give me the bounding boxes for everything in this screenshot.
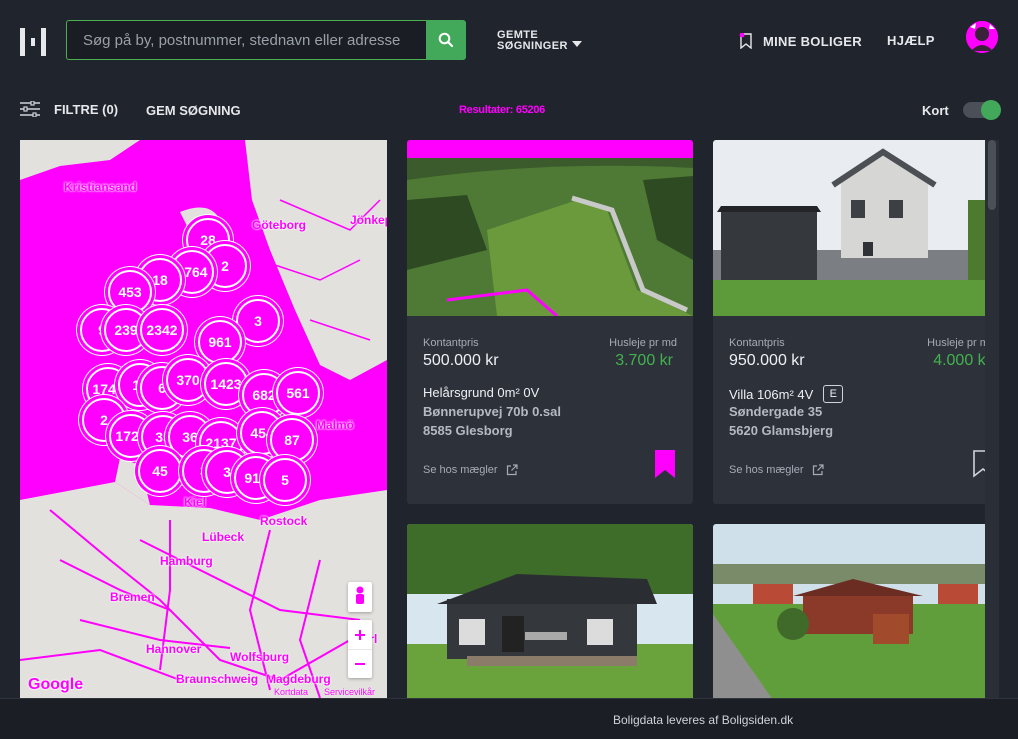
map-cluster-marker[interactable]: 961 [198,320,242,364]
map-toggle-label: Kort [922,103,949,118]
zoom-in-button[interactable] [348,620,372,649]
external-link-icon [812,464,824,476]
map-city-label: Lübeck [202,530,245,544]
price-label: Kontantpris [423,337,479,349]
zip-city: 5620 Glamsbjerg [729,423,834,438]
map-city-label: Kristiansand [64,180,137,194]
price-label: Kontantpris [729,337,785,349]
rent-value: 4.000 kr [933,352,991,369]
price-value: 500.000 kr [423,352,499,369]
listing-card[interactable] [407,524,693,700]
map-city-label: Magdeburg [266,672,331,686]
map-city-label: Hannover [146,642,202,656]
footer-text: Boligdata leveres af Boligsiden.dk [613,713,794,727]
map-city-label: Göteborg [252,218,306,232]
map-cluster-marker[interactable]: 45 [138,449,182,493]
listing-card[interactable]: Kontantpris 950.000 kr Husleje pr md 4.0… [713,140,999,504]
street-address: Søndergade 35 [729,404,823,419]
property-type-text: Helårsgrund 0m² 0V [423,385,540,400]
bookmark-icon[interactable] [655,450,675,478]
map-city-label: Braunschweig [176,672,259,686]
results-toolbar: FILTRE (0) GEM SØGNING Resultater: 65206… [0,82,1018,138]
user-avatar-icon [966,21,998,53]
street-view-button[interactable] [348,582,372,612]
property-type: Helårsgrund 0m² 0V [423,385,539,400]
zip-city: 8585 Glesborg [423,423,513,438]
terms-link[interactable]: Servicevilkår [324,687,375,697]
listing-photo [713,524,999,700]
filter-button[interactable]: FILTRE (0) [20,101,118,117]
search-input[interactable] [66,20,426,60]
footer: Boligdata leveres af Boligsiden.dk [0,698,1018,739]
chevron-down-icon [571,41,582,47]
map-cluster-marker[interactable]: 2342 [140,308,184,352]
avatar[interactable] [966,21,998,53]
property-type: Villa 106m² 4V E [729,385,844,403]
listings-scrollbar[interactable] [985,140,999,698]
top-bar: GEMTE SØGNINGER MINE BOLIGER HJÆLP [0,0,1018,82]
energy-label-badge: E [823,385,844,403]
broker-link-label: Se hos mægler [423,464,498,476]
rent-value: 3.700 kr [615,352,673,369]
minus-icon [355,663,365,665]
saved-searches-menu[interactable]: GEMTE SØGNINGER [497,30,582,52]
map-toggle-knob [981,100,1001,120]
bookmark-icon [739,33,752,49]
map-cluster-marker[interactable]: 5 [263,458,307,502]
sliders-icon [20,101,40,117]
broker-link[interactable]: Se hos mægler [729,464,824,476]
help-link[interactable]: HJÆLP [887,33,935,48]
map-city-label: Malmö [316,418,355,432]
map-city-label: Jönkep [350,213,387,227]
listing-card[interactable]: Kontantpris 500.000 kr Husleje pr md 3.7… [407,140,693,504]
saved-searches-label-2: SØGNINGER [497,40,568,52]
listing-photo [407,140,693,316]
save-search-button[interactable]: GEM SØGNING [146,103,241,118]
external-link-icon [506,464,518,476]
map-cluster-marker[interactable]: 1423 [204,362,248,406]
rent-label: Husleje pr md [609,337,677,349]
map-toggle[interactable] [963,100,1001,120]
logo-icon[interactable] [20,28,46,56]
map-cluster-marker[interactable]: 3 [236,299,280,343]
filter-label: FILTRE (0) [54,101,119,117]
map-data-link[interactable]: Kortdata [274,687,308,697]
map-city-label: Bremen [110,590,155,604]
my-homes-label: MINE BOLIGER [763,33,862,49]
broker-link-label: Se hos mægler [729,464,804,476]
street-address: Bønnerupvej 70b 0.sal [423,404,561,419]
search-icon [438,32,454,48]
map-cluster-marker[interactable]: 561 [276,371,320,415]
zoom-out-button[interactable] [348,649,372,678]
results-count: Resultater: 65206 [459,104,546,116]
map-city-label: Hamburg [160,554,213,568]
search-button[interactable] [426,20,466,60]
property-type-text: Villa 106m² 4V [729,386,814,402]
listing-photo [713,140,999,316]
scrollbar-thumb[interactable] [988,140,996,210]
zoom-controls [348,620,372,678]
price-value: 950.000 kr [729,352,805,369]
map-city-label: Rostock [260,514,308,528]
my-homes-link[interactable]: MINE BOLIGER [739,33,862,49]
google-logo: Google [28,676,84,693]
listing-card[interactable] [713,524,999,700]
map-cluster-marker[interactable]: 87 [270,418,314,462]
broker-link[interactable]: Se hos mægler [423,464,518,476]
listing-photo [407,524,693,700]
map-view[interactable]: Kristiansand Göteborg Jönkep Malmö Kiel Rosto… [20,140,387,698]
map-city-label: Wolfsburg [230,650,290,664]
pegman-icon [356,586,364,604]
plus-icon [355,629,365,640]
map-city-label: Kiel [184,495,207,509]
